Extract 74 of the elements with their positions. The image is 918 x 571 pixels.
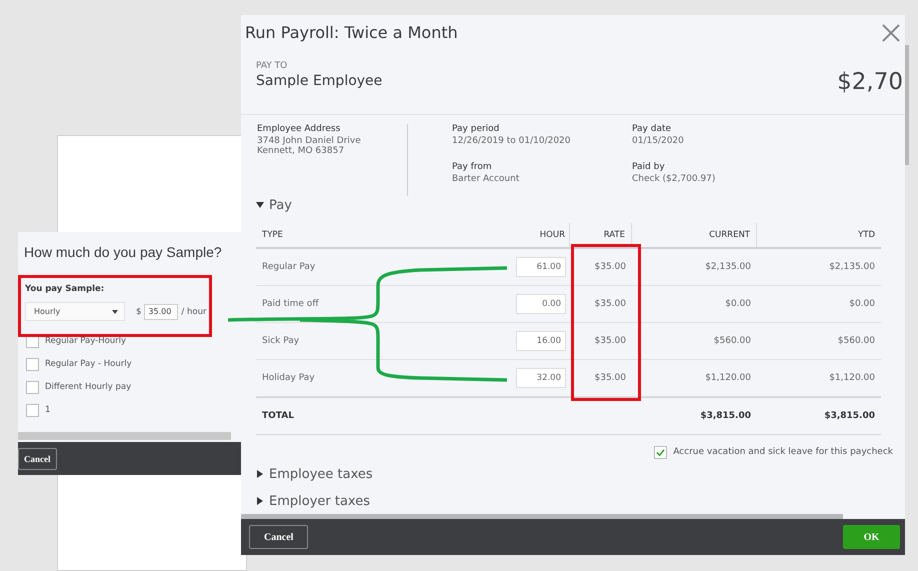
field-label: You pay Sample: xyxy=(25,284,106,294)
employee-name: Sample Employee xyxy=(256,73,382,89)
field-value: 01/15/2020 xyxy=(632,136,685,146)
pay-type-dropdown[interactable]: Hourly xyxy=(25,302,125,321)
section-title: Employer taxes xyxy=(269,494,370,509)
cancel-button[interactable]: Cancel xyxy=(18,448,56,470)
table-cell-text: $1,120.00 xyxy=(704,372,752,386)
column-header: YTD xyxy=(857,229,876,242)
amount: $2,70 xyxy=(837,69,903,97)
caret-down-icon xyxy=(256,201,264,210)
option-label: Different Hourly pay xyxy=(45,382,132,392)
table-cell-text: Paid time off xyxy=(261,298,320,312)
section-title: Pay xyxy=(269,198,292,213)
option-label: Regular Pay - Hourly xyxy=(45,359,132,369)
hours-input[interactable]: 32.00 xyxy=(516,368,566,388)
field-label: Pay from xyxy=(452,162,493,172)
table-cell-text: Regular Pay xyxy=(261,261,316,274)
scrollbar[interactable] xyxy=(241,514,843,520)
caret-right-icon xyxy=(256,470,264,478)
table-cell-text: $35.00 xyxy=(594,261,627,274)
column-header: RATE xyxy=(570,223,632,248)
checkbox[interactable] xyxy=(26,404,39,416)
field-label: PAY TO xyxy=(256,61,288,71)
caret-right-icon xyxy=(256,497,264,506)
dialog-title: Run Payroll: Twice a Month xyxy=(245,23,458,42)
field-value: 12/26/2019 to 01/10/2020 xyxy=(452,136,572,146)
column-header: HOUR xyxy=(508,223,570,248)
option-label: Regular Pay-Hourly xyxy=(45,336,126,346)
field-label: Pay date xyxy=(632,124,672,134)
field-label: Paid by xyxy=(632,162,666,172)
checkbox[interactable] xyxy=(26,380,39,394)
hours-input[interactable]: 61.00 xyxy=(516,257,566,278)
field-value: Barter Account xyxy=(452,174,520,184)
table-cell-text: $2,135.00 xyxy=(704,261,752,274)
field-label: Employee Address xyxy=(257,124,342,134)
scrollbar[interactable] xyxy=(905,45,909,165)
field-label: Pay period xyxy=(452,124,500,134)
unit-label: / hour xyxy=(181,306,206,316)
table-cell-text: $3,815.00 xyxy=(823,410,876,424)
table-cell-text: Sick Pay xyxy=(261,335,300,348)
section-toggle[interactable]: Pay xyxy=(241,195,905,216)
table-cell-text: $35.00 xyxy=(594,335,627,348)
address-line: Kennett, MO 63857 xyxy=(257,146,346,156)
table-cell-text: $560.00 xyxy=(712,335,752,348)
table-cell-text: $2,135.00 xyxy=(828,261,876,274)
table-cell-text: $35.00 xyxy=(594,372,627,386)
checkbox[interactable] xyxy=(654,446,668,459)
checkbox-label: Accrue vacation and sick leave for this paycheck xyxy=(673,447,893,458)
caret-icon xyxy=(112,310,118,314)
rate-input[interactable]: 35.00 xyxy=(144,304,178,320)
section-toggle[interactable]: Employer taxes xyxy=(241,488,905,514)
scrollbar[interactable] xyxy=(18,432,231,440)
column-header: TYPE xyxy=(261,229,284,242)
section-toggle[interactable]: Employee taxes xyxy=(241,461,905,488)
cancel-button[interactable]: Cancel xyxy=(249,525,308,550)
table-cell-text: $0.00 xyxy=(848,298,876,312)
dialog-title: How much do you pay Sample? xyxy=(24,244,222,260)
table-cell-text: $0.00 xyxy=(724,298,752,312)
close-icon[interactable] xyxy=(882,24,900,42)
table-cell-text: TOTAL xyxy=(261,410,295,424)
currency-symbol: $ xyxy=(136,306,142,316)
table-cell-text: $560.00 xyxy=(836,335,876,348)
option-label: 1 xyxy=(45,405,50,415)
field-value: Check ($2,700.97) xyxy=(632,174,716,184)
hours-input[interactable]: 16.00 xyxy=(516,331,566,352)
checkbox[interactable] xyxy=(26,358,39,370)
table-cell-text: $3,815.00 xyxy=(699,410,752,424)
table-cell-text: $35.00 xyxy=(594,298,627,312)
address-line: 3748 John Daniel Drive xyxy=(257,136,362,146)
section-title: Employee taxes xyxy=(269,466,373,482)
column-header: CURRENT xyxy=(632,223,757,248)
table-cell-text: Holiday Pay xyxy=(261,372,316,386)
table-cell-text: $1,120.00 xyxy=(828,372,876,386)
hours-input[interactable]: 0.00 xyxy=(516,294,566,314)
